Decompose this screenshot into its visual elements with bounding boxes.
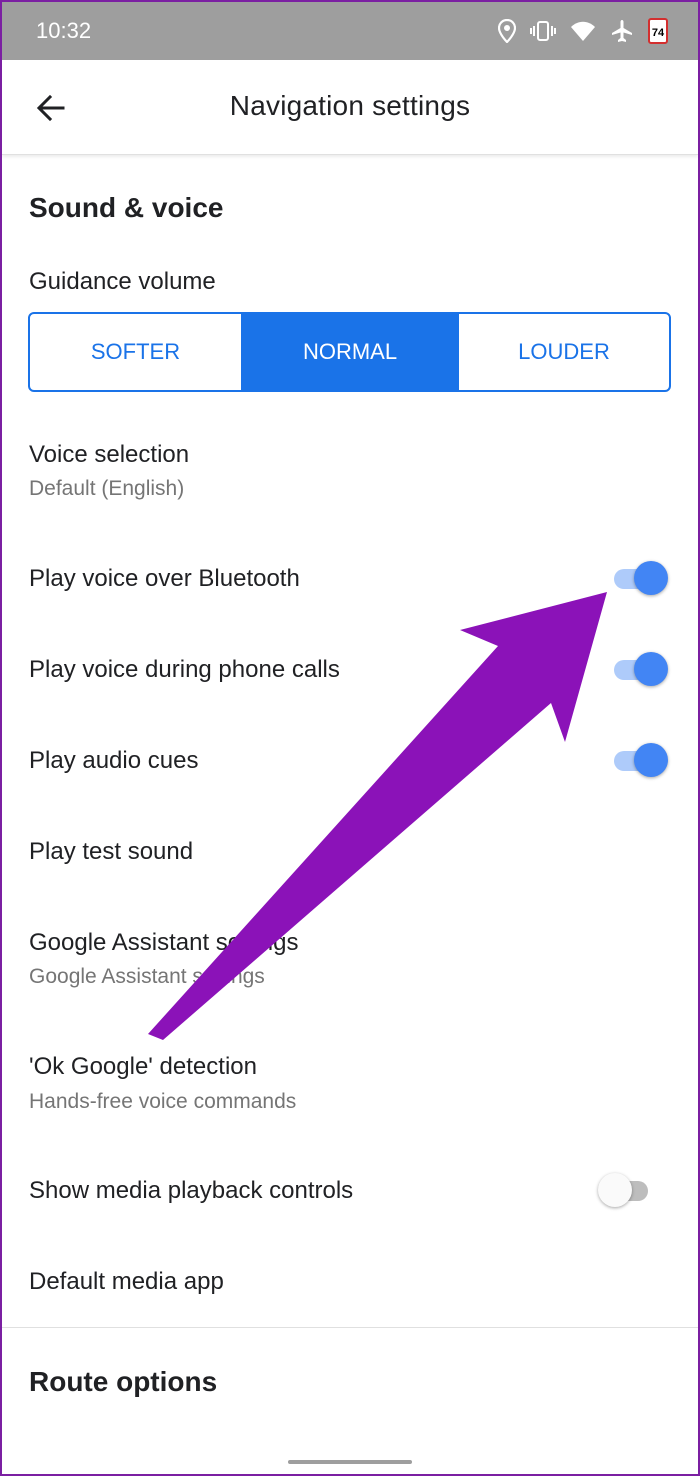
assistant-settings-title[interactable]: Google Assistant settings [29,929,298,957]
bluetooth-voice-title: Play voice over Bluetooth [29,565,300,592]
audio-cues-toggle[interactable] [612,742,668,778]
gesture-nav-handle[interactable] [288,1460,412,1464]
bluetooth-voice-toggle[interactable] [612,560,668,596]
volume-softer-button[interactable]: SOFTER [30,314,241,390]
battery-icon: 74 [648,18,668,44]
phone-calls-voice-title: Play voice during phone calls [29,656,340,683]
media-controls-toggle[interactable] [598,1172,654,1208]
status-time: 10:32 [36,18,92,43]
toggle-knob [598,1173,632,1207]
guidance-volume-selector: SOFTER NORMAL LOUDER [28,312,671,392]
default-media-app-item[interactable]: Default media app [29,1268,224,1296]
voice-selection-title[interactable]: Voice selection [29,441,189,469]
app-bar: Navigation settings [2,60,698,155]
status-bar: 10:32 74 [2,2,698,60]
section-title-sound-voice: Sound & voice [29,192,224,223]
status-icons: 74 [498,18,668,44]
phone-calls-voice-toggle[interactable] [612,651,668,687]
toggle-knob [634,561,668,595]
audio-cues-title: Play audio cues [29,747,199,774]
toggle-knob [634,743,668,777]
section-title-route-options: Route options [29,1366,218,1397]
airplane-icon [612,20,632,42]
media-controls-title: Show media playback controls [29,1177,354,1204]
toggle-knob [634,652,668,686]
voice-selection-subtitle: Default (English) [29,477,185,500]
location-icon [498,19,516,43]
volume-normal-button[interactable]: NORMAL [241,314,459,390]
assistant-settings-subtitle: Google Assistant settings [29,965,265,988]
guidance-volume-label: Guidance volume [29,268,216,295]
ok-google-subtitle: Hands-free voice commands [29,1090,297,1113]
page-title: Navigation settings [229,90,471,121]
section-divider [2,1327,698,1328]
volume-louder-button[interactable]: LOUDER [459,314,669,390]
test-sound-item[interactable]: Play test sound [29,838,193,866]
ok-google-title[interactable]: 'Ok Google' detection [29,1053,257,1081]
vibrate-icon [530,21,556,41]
wifi-icon [571,21,595,41]
